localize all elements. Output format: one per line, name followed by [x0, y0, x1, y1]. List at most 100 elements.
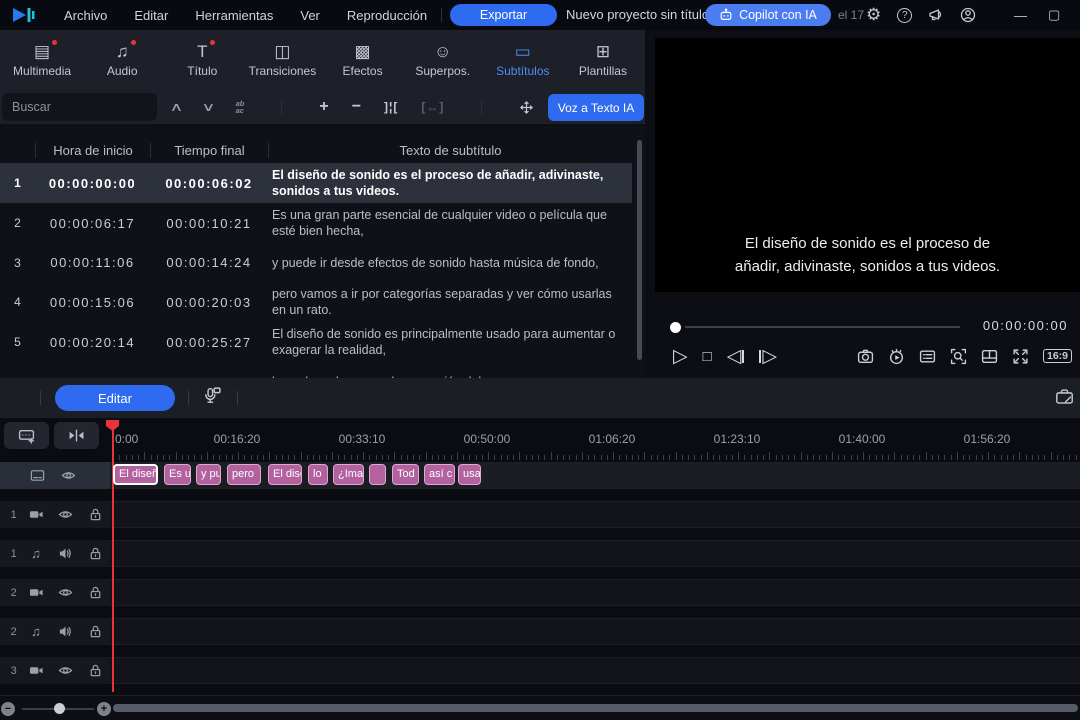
snapshot-camera-icon[interactable]	[857, 348, 874, 365]
asset-tab[interactable]: ▭ Subtítulos	[483, 30, 563, 90]
subtitle-row[interactable]: 2 00:00:06:17 00:00:10:21 Es una gran pa…	[0, 203, 632, 243]
settings-gear-icon[interactable]: ⚙	[866, 5, 881, 25]
lock-icon[interactable]	[88, 663, 103, 678]
search-input[interactable]	[2, 93, 157, 121]
subtitle-clip[interactable]: El dise	[268, 464, 302, 485]
subtitle-row[interactable]: 1 00:00:00:00 00:00:06:02 El diseño de s…	[0, 163, 632, 203]
timeline-playhead[interactable]	[112, 420, 114, 692]
timeline-horizontal-scrollbar[interactable]	[113, 704, 1078, 712]
next-subtitle-icon[interactable]: ∨	[201, 100, 215, 114]
delete-subtitle-icon[interactable]: −	[352, 98, 361, 116]
lock-icon[interactable]	[88, 585, 103, 600]
visibility-eye-icon[interactable]	[58, 663, 73, 678]
asset-tab[interactable]: ♫ Audio	[82, 30, 162, 90]
subtitle-row[interactable]: 3 00:00:11:06 00:00:14:24 y puede ir des…	[0, 243, 632, 282]
visibility-eye-icon[interactable]	[58, 585, 73, 600]
speech-to-text-button[interactable]: Voz a Texto IA	[548, 94, 644, 121]
previous-subtitle-icon[interactable]: ∧	[169, 100, 183, 114]
speech-to-text-icon[interactable]	[203, 387, 221, 405]
subtitle-clip[interactable]: ¿Ima	[333, 464, 364, 485]
row-start-time[interactable]: 00:00:11:06	[35, 255, 150, 270]
lock-icon[interactable]	[88, 546, 103, 561]
previous-frame-button[interactable]: ◁	[727, 345, 745, 368]
fullscreen-icon[interactable]	[1012, 348, 1029, 365]
megaphone-icon[interactable]	[928, 7, 944, 23]
split-subtitle-icon[interactable]: [↔]	[421, 100, 444, 114]
row-subtitle-text[interactable]: El diseño de sonido es el proceso de aña…	[268, 163, 632, 203]
track-header[interactable]: 1 ♫	[0, 540, 110, 567]
subtitle-row[interactable]: 5 00:00:20:14 00:00:25:27 El diseño de s…	[0, 322, 632, 362]
subtitle-clip[interactable]: pero	[227, 464, 261, 485]
video-viewport[interactable]: El diseño de sonido es el proceso de aña…	[655, 38, 1080, 292]
help-icon[interactable]: ?	[897, 8, 912, 23]
track-lane[interactable]	[110, 501, 1080, 528]
row-end-time[interactable]: 00:00:14:24	[150, 255, 268, 270]
replace-text-icon[interactable]: abac	[236, 100, 245, 114]
visibility-eye-icon[interactable]	[61, 468, 76, 483]
add-subtitle-icon[interactable]: +	[319, 98, 328, 116]
row-start-time[interactable]: 00:00:06:17	[35, 216, 150, 231]
subtitle-row[interactable]: lo cual ayuda a crear la sensación del	[0, 362, 632, 378]
playhead-marker[interactable]	[106, 420, 119, 431]
playhead-handle[interactable]	[670, 322, 681, 333]
row-start-time[interactable]: 00:00:15:06	[35, 295, 150, 310]
asset-tab[interactable]: ⊞ Plantillas	[563, 30, 643, 90]
menu-item[interactable]: Reproducción	[347, 8, 427, 23]
minimize-button[interactable]: —	[1014, 8, 1027, 23]
mute-speaker-icon[interactable]	[58, 624, 73, 639]
play-button[interactable]: ▷	[673, 345, 688, 368]
menu-item[interactable]: Ver	[300, 8, 320, 23]
preview-zoom-icon[interactable]	[950, 348, 967, 365]
zoom-slider-handle[interactable]	[54, 703, 65, 714]
next-frame-button[interactable]: ▷	[759, 345, 777, 368]
render-preview-icon[interactable]	[888, 348, 905, 365]
row-end-time[interactable]: 00:00:25:27	[150, 335, 268, 350]
row-end-time[interactable]: 00:00:20:03	[150, 295, 268, 310]
track-lane[interactable]	[110, 579, 1080, 606]
menu-item[interactable]: Editar	[134, 8, 168, 23]
mute-speaker-icon[interactable]	[58, 546, 73, 561]
account-icon[interactable]	[960, 7, 976, 23]
move-tool-icon[interactable]	[519, 100, 534, 115]
row-start-time[interactable]: 00:00:20:14	[35, 335, 150, 350]
row-subtitle-text[interactable]: Es una gran parte esencial de cualquier …	[268, 203, 632, 243]
asset-tab[interactable]: ▤ Multimedia	[2, 30, 82, 90]
track-header[interactable]: 3 ♫	[0, 657, 110, 684]
subtitle-clip[interactable]	[369, 464, 386, 485]
asset-tab[interactable]: ◫ Transiciones	[242, 30, 322, 90]
split-screen-icon[interactable]	[981, 348, 998, 365]
zoom-out-button[interactable]: −	[1, 702, 15, 716]
subtitle-clip[interactable]: El diseñ	[113, 464, 158, 485]
subtitle-clip[interactable]: usa	[458, 464, 481, 485]
subtitle-clip[interactable]: así c	[424, 464, 455, 485]
track-lane[interactable]	[110, 540, 1080, 567]
zoom-in-button[interactable]: +	[97, 702, 111, 716]
subtitle-clip[interactable]: Tod	[392, 464, 419, 485]
row-end-time[interactable]: 00:00:06:02	[150, 176, 268, 191]
track-header[interactable]: 2 ♫	[0, 618, 110, 645]
asset-tab[interactable]: ▩ Efectos	[323, 30, 403, 90]
timeline-ruler[interactable]: 0:0000:16:2000:33:1000:50:0001:06:2001:2…	[0, 432, 1080, 447]
subtitle-clip[interactable]: y pu	[196, 464, 221, 485]
subtitle-clip[interactable]: Es u	[164, 464, 191, 485]
marker-list-icon[interactable]	[919, 348, 936, 365]
merge-subtitles-icon[interactable]: ]¦[	[384, 100, 398, 114]
row-subtitle-text[interactable]: El diseño de sonido es principalmente us…	[268, 322, 632, 362]
asset-tab[interactable]: T Título	[162, 30, 242, 90]
subtitle-row[interactable]: 4 00:00:15:06 00:00:20:03 pero vamos a i…	[0, 282, 632, 322]
track-header[interactable]: 2 ♫	[0, 579, 110, 606]
track-lane[interactable]	[110, 618, 1080, 645]
copilot-button[interactable]: Copilot con IA	[705, 4, 831, 26]
row-subtitle-text[interactable]: y puede ir desde efectos de sonido hasta…	[268, 251, 632, 275]
visibility-eye-icon[interactable]	[58, 507, 73, 522]
stop-button[interactable]: □	[703, 348, 712, 365]
track-lane[interactable]	[110, 657, 1080, 684]
row-start-time[interactable]: 00:00:00:00	[35, 176, 150, 191]
subtitle-clip[interactable]: lo	[308, 464, 328, 485]
track-header[interactable]: ♫	[0, 462, 110, 489]
seek-bar[interactable]	[685, 326, 960, 328]
asset-tab[interactable]: ☺ Superpos.	[403, 30, 483, 90]
row-subtitle-text[interactable]: lo cual ayuda a crear la sensación del	[268, 370, 632, 379]
toolbox-edit-icon[interactable]	[1055, 387, 1074, 406]
maximize-button[interactable]: ▢	[1048, 7, 1060, 23]
